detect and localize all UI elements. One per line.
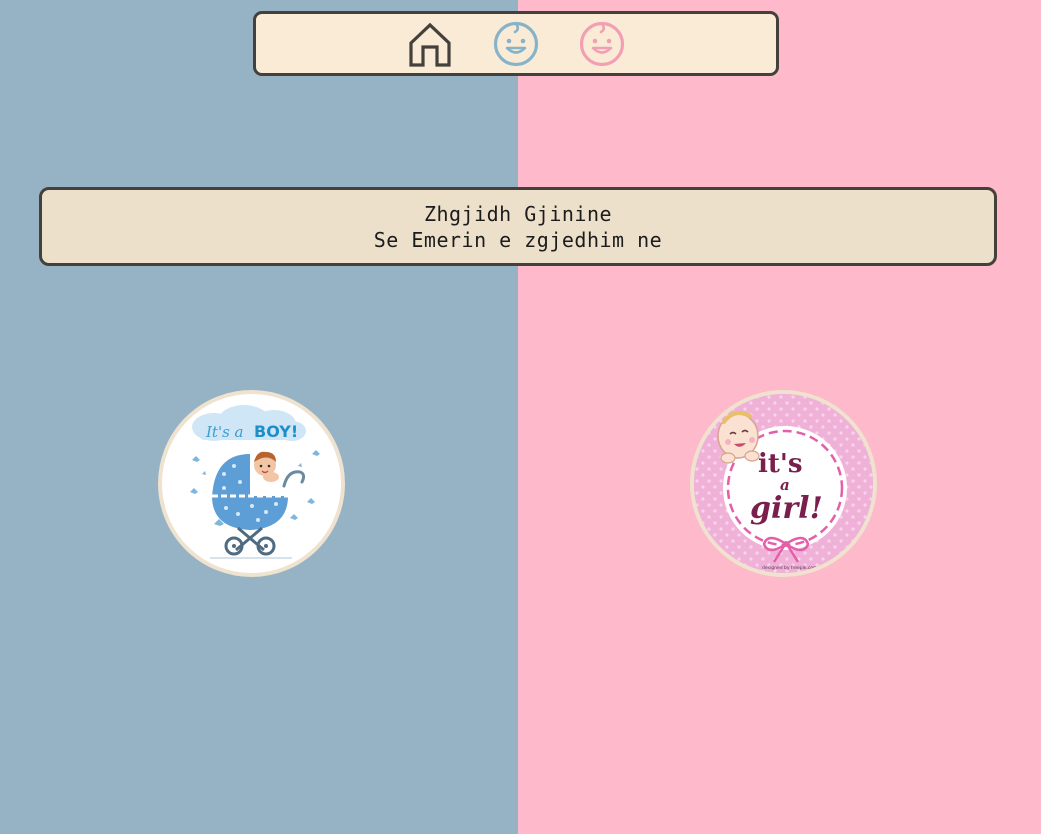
page: Zhgjidh Gjinine Se Emerin e zgjedhim ne … — [0, 0, 1041, 834]
boy-badge-text-boy: BOY! — [254, 422, 298, 441]
baby-face-boy-icon — [493, 21, 539, 66]
girl-choice-button[interactable]: it's a girl! designed by freepik.com — [690, 390, 877, 577]
nav-boy-button[interactable] — [493, 21, 539, 67]
girl-badge-text-girl: girl! — [750, 491, 823, 526]
boy-badge-text-its-a: It's a — [205, 423, 244, 441]
nav-girl-button[interactable] — [579, 21, 625, 67]
banner-title: Zhgjidh Gjinine — [423, 201, 613, 226]
its-a-girl-illustration: it's a girl! designed by freepik.com — [694, 394, 873, 573]
baby-face-girl-icon — [579, 21, 625, 66]
top-navbar — [253, 11, 779, 76]
banner-subtitle: Se Emerin e zgjedhim ne — [373, 227, 663, 252]
gender-prompt-banner: Zhgjidh Gjinine Se Emerin e zgjedhim ne — [39, 187, 997, 266]
home-icon — [409, 22, 451, 67]
girl-badge-text-its: it's — [758, 449, 802, 479]
girl-badge-credit: designed by freepik.com — [762, 565, 818, 571]
its-a-boy-illustration: It's a BOY! — [190, 405, 320, 559]
boy-choice-button[interactable]: It's a BOY! — [158, 390, 345, 577]
nav-home-button[interactable] — [407, 21, 453, 67]
